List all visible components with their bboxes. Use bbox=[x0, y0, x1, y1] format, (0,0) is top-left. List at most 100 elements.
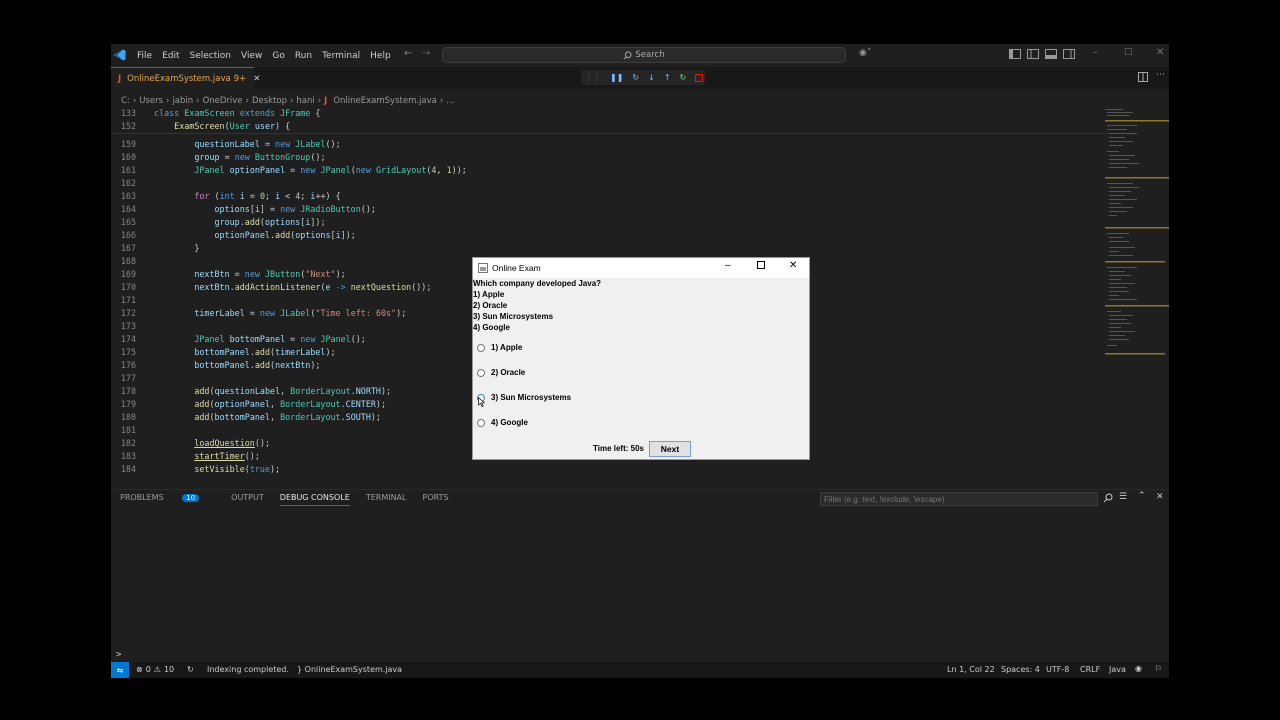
code-line: 172 timerLabel = new JLabel("Time left: … bbox=[120, 308, 407, 318]
menu-go[interactable]: Go bbox=[267, 51, 289, 61]
vscode-logo-icon bbox=[114, 49, 126, 61]
code-line: 170 nextBtn.addActionListener(e -> nextQ… bbox=[120, 282, 432, 292]
language-status[interactable]: Java bbox=[1109, 665, 1126, 674]
tab-problem-badge: 9+ bbox=[233, 73, 247, 84]
forward-arrow-icon[interactable]: → bbox=[422, 48, 430, 59]
breadcrumb-drive[interactable]: C: bbox=[118, 96, 133, 106]
code-line: 152 ExamScreen(User user) { bbox=[120, 121, 291, 131]
code-line: 163 for (int i = 0; i < 4; i++) { bbox=[120, 191, 341, 201]
next-button[interactable]: Next bbox=[649, 441, 691, 457]
option-radio-2[interactable]: 2) Oracle bbox=[477, 368, 525, 377]
drag-handle-icon[interactable]: ⋮⋮ bbox=[585, 73, 601, 82]
menu-selection[interactable]: Selection bbox=[185, 51, 236, 61]
problems-count-badge: 10 bbox=[182, 494, 200, 502]
radio-circle-icon[interactable] bbox=[477, 418, 485, 427]
menu-view[interactable]: View bbox=[236, 51, 267, 61]
clear-console-icon[interactable]: ☰ bbox=[1119, 492, 1127, 502]
timer-label: Time left: 50s bbox=[593, 444, 644, 453]
layout-toggle-icons[interactable] bbox=[1009, 49, 1075, 59]
command-center-search[interactable]: Search bbox=[442, 47, 846, 63]
breadcrumb-file[interactable]: OnlineExamSystem.java bbox=[330, 96, 440, 106]
menu-help[interactable]: Help bbox=[365, 51, 396, 61]
restart-icon[interactable]: ↻ bbox=[680, 73, 687, 82]
dialog-minimize-icon[interactable]: – bbox=[725, 260, 731, 271]
radio-circle-icon[interactable] bbox=[477, 343, 485, 352]
search-icon bbox=[623, 51, 632, 60]
option-radio-1[interactable]: 1) Apple bbox=[477, 343, 522, 352]
pause-icon[interactable]: ❚❚ bbox=[610, 73, 623, 82]
close-tab-icon[interactable]: ✕ bbox=[253, 74, 260, 84]
debug-toolbar: ⋮⋮ ❚❚ ↻ ↓ ↑ ↻ bbox=[581, 70, 705, 85]
maximize-window-icon[interactable]: □ bbox=[1124, 47, 1133, 57]
question-choice-line: 1) Apple bbox=[473, 290, 505, 299]
copilot-icon[interactable]: ◉˅ bbox=[859, 48, 871, 58]
maximize-panel-icon[interactable]: ⌃ bbox=[1138, 491, 1146, 501]
breadcrumb-hani[interactable]: hani bbox=[293, 96, 317, 106]
tab-online-exam-system[interactable]: J OnlineExamSystem.java 9+ ✕ bbox=[111, 67, 260, 89]
panel-tabs: PROBLEMS 10 OUTPUT DEBUG CONSOLE TERMINA… bbox=[120, 493, 465, 506]
breadcrumb-onedrive[interactable]: OneDrive bbox=[200, 96, 246, 106]
tab-problems[interactable]: PROBLEMS 10 bbox=[120, 493, 215, 506]
tab-terminal[interactable]: TERMINAL bbox=[366, 493, 407, 506]
split-editor-icon[interactable] bbox=[1138, 72, 1148, 82]
breadcrumb: C: › Users › jabin › OneDrive › Desktop › han… bbox=[111, 95, 457, 107]
indentation-status[interactable]: Spaces: 4 bbox=[1001, 665, 1040, 674]
console-prompt[interactable]: > bbox=[116, 650, 121, 660]
step-into-icon[interactable]: ↓ bbox=[648, 73, 655, 82]
eol-status[interactable]: CRLF bbox=[1080, 665, 1100, 674]
cursor-position[interactable]: Ln 1, Col 22 bbox=[947, 665, 995, 674]
code-line: 162 bbox=[120, 178, 136, 188]
code-line: 166 optionPanel.add(options[i]); bbox=[120, 230, 356, 240]
code-line: 181 bbox=[120, 425, 136, 435]
problems-status[interactable]: ⊗ 0 ⚠ 10 bbox=[136, 665, 174, 674]
option-radio-3[interactable]: 3) Sun Microsystems bbox=[477, 393, 571, 402]
dialog-title-bar: Online Exam – ✕ bbox=[473, 258, 809, 278]
close-panel-icon[interactable]: ✕ bbox=[1156, 492, 1164, 502]
java-project-status[interactable]: } OnlineExamSystem.java bbox=[297, 665, 402, 674]
tab-output[interactable]: OUTPUT bbox=[231, 493, 264, 506]
breadcrumb-desktop[interactable]: Desktop bbox=[249, 96, 290, 106]
option-label: 2) Oracle bbox=[491, 368, 526, 377]
remote-indicator-icon[interactable]: ⇋ bbox=[111, 662, 129, 678]
code-line: 165 group.add(options[i]); bbox=[120, 217, 326, 227]
option-radio-4[interactable]: 4) Google bbox=[477, 418, 528, 427]
breadcrumb-jabin[interactable]: jabin bbox=[169, 96, 196, 106]
notifications-bell-icon[interactable]: ⚐ bbox=[1155, 664, 1162, 673]
menu-terminal[interactable]: Terminal bbox=[317, 51, 365, 61]
encoding-status[interactable]: UTF-8 bbox=[1046, 665, 1069, 674]
stop-icon[interactable] bbox=[695, 73, 704, 82]
option-label: 4) Google bbox=[491, 418, 528, 427]
code-line: 133 class ExamScreen extends JFrame { bbox=[120, 108, 321, 118]
minimap[interactable] bbox=[1103, 107, 1169, 483]
breadcrumb-java-icon: J bbox=[324, 96, 328, 106]
dialog-maximize-icon[interactable] bbox=[757, 261, 765, 269]
code-line: 159 questionLabel = new JLabel(); bbox=[120, 139, 341, 149]
back-arrow-icon[interactable]: ← bbox=[404, 48, 412, 59]
code-line: 184 setVisible(true); bbox=[120, 464, 281, 474]
menu-edit[interactable]: Edit bbox=[157, 51, 184, 61]
filter-icon[interactable] bbox=[1103, 493, 1113, 503]
radio-circle-icon[interactable] bbox=[477, 368, 485, 377]
tab-debug-console[interactable]: DEBUG CONSOLE bbox=[279, 493, 350, 506]
tab-ports[interactable]: PORTS bbox=[423, 493, 449, 506]
status-bar: ⇋ ⊗ 0 ⚠ 10 ↻ Indexing completed. } OnlineE… bbox=[111, 662, 1169, 678]
breadcrumb-symbol[interactable]: ... bbox=[443, 96, 457, 106]
step-over-icon[interactable]: ↻ bbox=[632, 73, 639, 82]
menu-run[interactable]: Run bbox=[290, 51, 317, 61]
bottom-panel: PROBLEMS 10 OUTPUT DEBUG CONSOLE TERMINA… bbox=[111, 489, 1169, 663]
minimize-window-icon[interactable]: – bbox=[1093, 47, 1098, 58]
dialog-close-icon[interactable]: ✕ bbox=[789, 260, 797, 271]
java-file-icon: J bbox=[118, 73, 122, 84]
more-actions-icon[interactable]: ⋯ bbox=[1156, 70, 1165, 80]
code-line: 177 bbox=[120, 373, 136, 383]
breadcrumb-users[interactable]: Users bbox=[136, 96, 166, 106]
debug-console-filter-input[interactable] bbox=[820, 492, 1098, 506]
code-line: 174 JPanel bottomPanel = new JPanel(); bbox=[120, 334, 366, 344]
copilot-status-icon[interactable]: ◉ bbox=[1135, 664, 1142, 673]
code-line: 178 add(questionLabel, BorderLayout.NORT… bbox=[120, 386, 392, 396]
step-out-icon[interactable]: ↑ bbox=[664, 73, 671, 82]
question-choice-line: 4) Google bbox=[473, 323, 510, 332]
sync-icon[interactable]: ↻ bbox=[187, 665, 194, 674]
close-window-icon[interactable]: ✕ bbox=[1156, 47, 1164, 58]
menu-file[interactable]: File bbox=[132, 51, 157, 61]
